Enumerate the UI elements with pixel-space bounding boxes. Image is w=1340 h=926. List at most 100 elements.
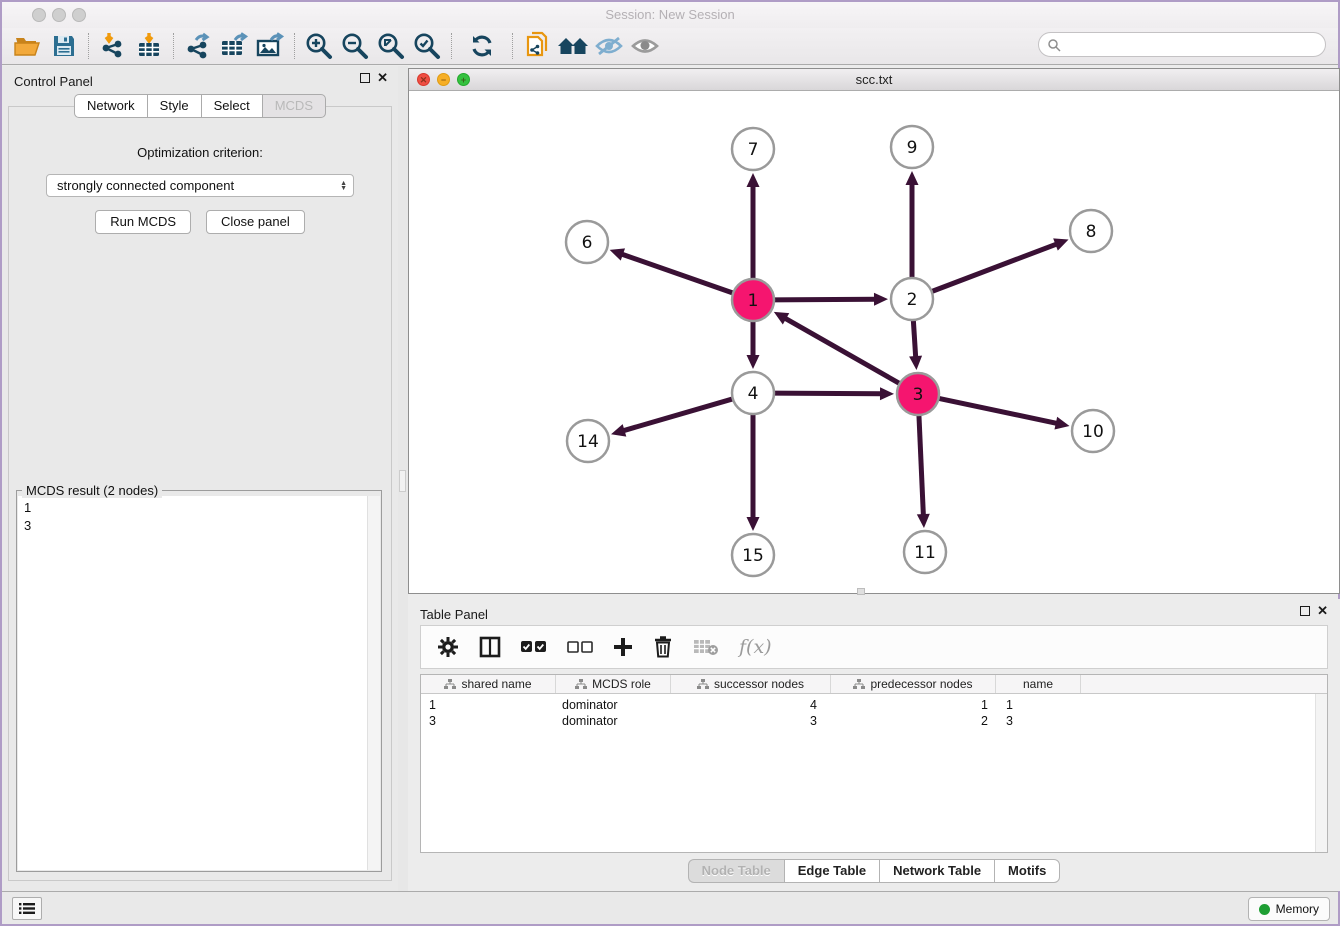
node-table[interactable]: shared name MCDS role successor nodes pr… (420, 674, 1328, 853)
graph-edge[interactable] (913, 318, 916, 358)
tab-node-table[interactable]: Node Table (688, 859, 784, 883)
zoom-selected-icon[interactable] (409, 30, 445, 62)
tab-mcds[interactable]: MCDS (262, 94, 326, 118)
import-table-icon[interactable] (131, 30, 167, 62)
graph-node-label: 10 (1082, 422, 1104, 442)
table-row[interactable]: 1 dominator 4 1 1 (421, 697, 1327, 713)
import-network-icon[interactable] (95, 30, 131, 62)
float-table-panel-icon[interactable] (1300, 606, 1310, 616)
graph-edge-arrowhead (1054, 417, 1069, 430)
tab-edge-table[interactable]: Edge Table (784, 859, 879, 883)
table-header-row: shared name MCDS role successor nodes pr… (421, 675, 1327, 694)
column-header-predecessor-nodes[interactable]: predecessor nodes (831, 675, 996, 693)
graph-edge[interactable] (784, 318, 901, 385)
select-all-checkboxes-icon[interactable] (521, 640, 547, 654)
function-builder-icon[interactable]: f(x) (739, 636, 772, 658)
close-panel-icon[interactable]: ✕ (377, 73, 388, 83)
tab-network-table[interactable]: Network Table (879, 859, 994, 883)
toolbar-separator (512, 33, 513, 59)
graph-node-label: 3 (913, 385, 924, 405)
table-scrollbar[interactable] (1315, 694, 1327, 852)
float-panel-icon[interactable] (360, 73, 370, 83)
memory-status-icon (1259, 904, 1270, 915)
graph-node-label: 8 (1086, 222, 1097, 242)
control-panel-tabs: Network Style Select MCDS (2, 94, 398, 118)
memory-button[interactable]: Memory (1248, 897, 1330, 921)
toolbar-separator (451, 33, 452, 59)
search-input[interactable] (1061, 37, 1317, 52)
tab-style[interactable]: Style (147, 94, 201, 118)
graph-edge[interactable] (930, 244, 1058, 292)
graph-node-label: 4 (748, 384, 759, 404)
graph-edge-arrowhead (747, 355, 760, 369)
result-item: 1 (18, 496, 380, 517)
close-table-panel-icon[interactable]: ✕ (1317, 606, 1328, 616)
graph-edge-arrowhead (747, 173, 760, 187)
save-icon[interactable] (46, 30, 82, 62)
network-window-titlebar[interactable]: ✕ − + scc.txt (409, 69, 1339, 91)
delete-column-trash-icon[interactable] (653, 636, 673, 658)
network-graph[interactable]: 1234678910111415 (409, 91, 1339, 593)
settings-gear-icon[interactable] (437, 636, 459, 658)
memory-label: Memory (1276, 902, 1319, 916)
mcds-panel-body: Optimization criterion: strongly connect… (8, 106, 392, 881)
search-field[interactable] (1038, 32, 1326, 57)
column-header-name[interactable]: name (996, 675, 1081, 693)
run-mcds-button[interactable]: Run MCDS (95, 210, 191, 234)
delete-table-icon[interactable] (693, 638, 719, 656)
zoom-out-icon[interactable] (337, 30, 373, 62)
refresh-icon[interactable] (464, 30, 500, 62)
graph-node-label: 15 (742, 546, 764, 566)
first-neighbors-home-icon[interactable] (555, 30, 591, 62)
column-header-shared-name[interactable]: shared name (421, 675, 556, 693)
column-header-mcds-role[interactable]: MCDS role (556, 675, 671, 693)
export-table-icon[interactable] (216, 30, 252, 62)
export-image-icon[interactable] (252, 30, 288, 62)
graph-node-label: 2 (907, 290, 918, 310)
result-scrollbar[interactable] (367, 496, 380, 870)
toolbar-separator (88, 33, 89, 59)
dropdown-stepper-icon: ▲▼ (340, 181, 347, 191)
add-column-icon[interactable] (613, 637, 633, 657)
graph-edge[interactable] (621, 254, 735, 294)
table-panel-title: Table Panel (420, 607, 488, 622)
table-row[interactable]: 3 dominator 3 2 3 (421, 713, 1327, 729)
mcds-result-list[interactable]: 1 3 (18, 496, 380, 870)
graph-edge[interactable] (937, 398, 1058, 424)
hide-selected-eye-icon[interactable] (591, 30, 627, 62)
deselect-all-checkboxes-icon[interactable] (567, 640, 593, 654)
tab-select[interactable]: Select (201, 94, 262, 118)
graph-edge-arrowhead (874, 293, 888, 306)
task-history-button[interactable] (12, 897, 42, 920)
column-type-icon (853, 679, 865, 690)
zoom-in-icon[interactable] (301, 30, 337, 62)
column-header-successor-nodes[interactable]: successor nodes (671, 675, 831, 693)
mcds-result-title: MCDS result (2 nodes) (22, 483, 162, 498)
list-icon (19, 902, 35, 915)
graph-edge[interactable] (919, 413, 924, 516)
export-network-icon[interactable] (180, 30, 216, 62)
new-network-from-selection-icon[interactable] (519, 30, 555, 62)
graph-edge-arrowhead (906, 171, 919, 185)
graph-edge[interactable] (772, 393, 882, 394)
graph-edge-arrowhead (917, 514, 930, 528)
app-titlebar: Session: New Session (2, 2, 1338, 28)
zoom-fit-icon[interactable] (373, 30, 409, 62)
splitter-grip[interactable] (399, 470, 406, 492)
graph-edge[interactable] (623, 398, 735, 431)
network-canvas[interactable]: 1234678910111415 (409, 91, 1339, 593)
open-folder-icon[interactable] (10, 30, 46, 62)
graph-edge[interactable] (772, 299, 876, 300)
criterion-dropdown[interactable]: strongly connected component ▲▼ (46, 174, 354, 197)
tab-motifs[interactable]: Motifs (994, 859, 1060, 883)
show-all-eye-icon[interactable] (627, 30, 663, 62)
vertical-splitter[interactable] (398, 66, 408, 891)
result-item: 3 (18, 517, 380, 535)
toggle-column-icon[interactable] (479, 636, 501, 658)
graph-edge-arrowhead (1053, 238, 1068, 250)
graph-edge-arrowhead (880, 387, 894, 400)
close-panel-button[interactable]: Close panel (206, 210, 305, 234)
mcds-result-group: MCDS result (2 nodes) 1 3 (16, 483, 382, 872)
tab-network[interactable]: Network (74, 94, 147, 118)
horizontal-splitter-grip[interactable] (857, 588, 865, 595)
